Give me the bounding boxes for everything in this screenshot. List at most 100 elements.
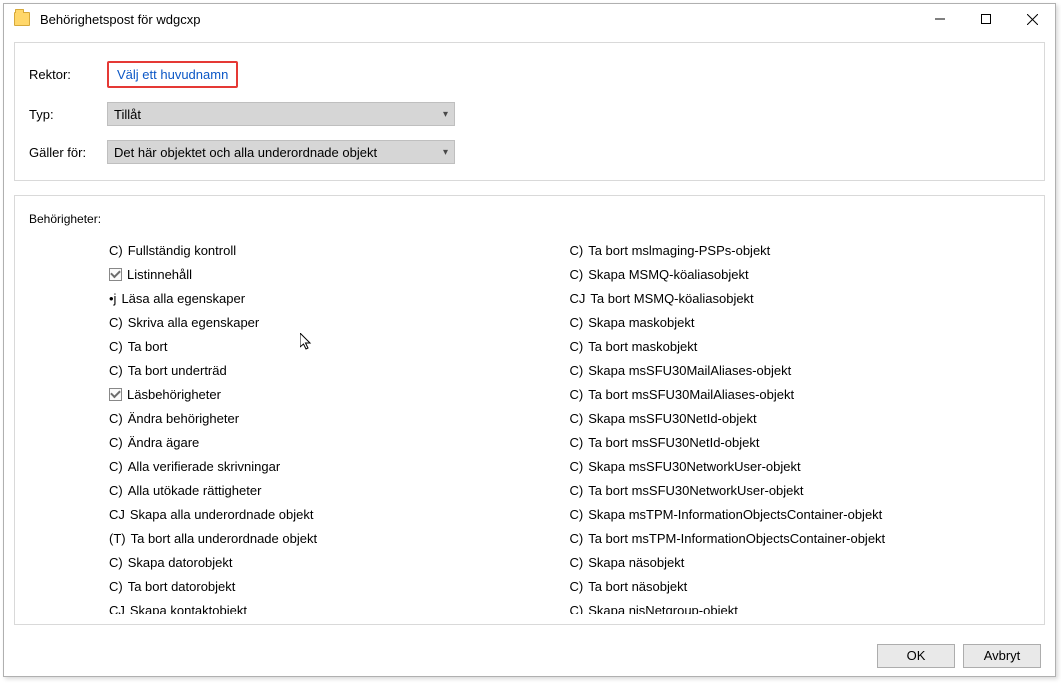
permission-label: Ta bort alla underordnade objekt — [131, 531, 317, 546]
applies-to-dropdown[interactable]: Det här objektet och alla underordnade o… — [107, 140, 455, 164]
permission-item[interactable]: C)Ta bort msTPM-InformationObjectsContai… — [570, 526, 1031, 550]
permission-item[interactable]: C) Skapa nisNetgroup-objekt — [570, 598, 1031, 614]
permission-item[interactable]: C)Ändra ägare — [109, 430, 570, 454]
permission-item[interactable]: C)Skapa msSFU30MailAliases-objekt — [570, 358, 1031, 382]
minimize-button[interactable] — [917, 4, 963, 34]
checkbox-icon[interactable] — [109, 268, 122, 281]
permission-label: Alla utökade rättigheter — [128, 483, 262, 498]
permissions-header: Behörigheter: — [29, 212, 1030, 226]
chevron-down-icon: ▾ — [443, 147, 448, 158]
permission-item[interactable]: C) Ändra behörigheter — [109, 406, 570, 430]
cancel-button[interactable]: Avbryt — [963, 644, 1041, 668]
permission-item[interactable]: C) Fullständig kontroll — [109, 238, 570, 262]
permission-label: Ändra behörigheter — [128, 411, 239, 426]
permission-item[interactable]: C)Skapa maskobjekt — [570, 310, 1031, 334]
typ-label: Typ: — [29, 107, 107, 122]
content-area: Rektor: Välj ett huvudnamn Typ: Tillåt ▾… — [4, 34, 1055, 635]
permission-label: Skapa kontaktobjekt — [130, 603, 247, 615]
permission-prefix: C) — [109, 579, 123, 594]
permission-label: Skapa msSFU30NetId-objekt — [588, 411, 756, 426]
window-title: Behörighetspost för wdgcxp — [40, 12, 917, 27]
permission-prefix: C) — [570, 483, 584, 498]
permission-prefix: (T) — [109, 531, 126, 546]
permission-item[interactable]: C)Skapa msSFU30NetworkUser-objekt — [570, 454, 1031, 478]
galler-label: Gäller för: — [29, 145, 107, 160]
permission-item[interactable]: C) Skapa msTPM-InformationObjectsContaine… — [570, 502, 1031, 526]
permission-prefix: C) — [570, 435, 584, 450]
permission-prefix: C) — [570, 243, 584, 258]
permission-item[interactable]: C) Alla utökade rättigheter — [109, 478, 570, 502]
folder-icon — [14, 12, 30, 26]
permission-item[interactable]: •jLäsa alla egenskaper — [109, 286, 570, 310]
permission-label: Alla vеrifierade skrivningar — [128, 459, 280, 474]
permission-label: Ta bort maskobjekt — [588, 339, 697, 354]
permission-prefix: C) — [570, 339, 584, 354]
permission-prefix: C) — [109, 243, 123, 258]
permission-item[interactable]: C) Ta bort msSFU30NetworkUser-objekt — [570, 478, 1031, 502]
applies-to-value: Det här objektet och alla underordnade o… — [114, 145, 377, 160]
permission-label: Ta bort näsobjekt — [588, 579, 687, 594]
permission-prefix: C) — [570, 555, 584, 570]
permission-prefix: C) — [570, 603, 584, 615]
permission-prefix: C) — [570, 411, 584, 426]
checkbox-icon[interactable] — [109, 388, 122, 401]
maximize-button[interactable] — [963, 4, 1009, 34]
permission-item[interactable]: C) Ta bort underträd — [109, 358, 570, 382]
title-bar: Behörighetspost för wdgcxp — [4, 4, 1055, 34]
permission-item[interactable]: CJ Ta bort MSMQ-köaliasobjekt — [570, 286, 1031, 310]
permission-item[interactable]: Läsbehörigheter — [109, 382, 570, 406]
permission-label: Skriva alla egenskaper — [128, 315, 260, 330]
permission-prefix: C) — [109, 483, 123, 498]
ok-button[interactable]: OK — [877, 644, 955, 668]
permission-item[interactable]: CJSkapa alla underordnade objekt — [109, 502, 570, 526]
permission-label: Ta bort — [128, 339, 168, 354]
permission-label: Skapa msTPM-InformationObjectsContainer-… — [588, 507, 882, 522]
permission-item[interactable]: C)Ta bort msSFU30NetId-objekt — [570, 430, 1031, 454]
permission-item[interactable]: Listinnehåll — [109, 262, 570, 286]
permission-prefix: C) — [109, 555, 123, 570]
permissions-left-column: C) Fullständig kontroll Listinnehåll •jLäsa… — [29, 238, 570, 614]
permission-item[interactable]: C)Skriva alla egenskaper — [109, 310, 570, 334]
permission-prefix: C) — [109, 363, 123, 378]
permission-item[interactable]: C) Ta bort näsobjekt — [570, 574, 1031, 598]
permission-label: Skapa datorobjekt — [128, 555, 233, 570]
chevron-down-icon: ▾ — [443, 109, 448, 120]
dialog-window: Behörighetspost för wdgcxp Rektor: Välj … — [3, 3, 1056, 677]
permission-prefix: C) — [570, 507, 584, 522]
permission-label: Ta bort datorobjekt — [128, 579, 236, 594]
permission-label: Läsa alla egenskaper — [121, 291, 245, 306]
permission-label: Listinnehåll — [127, 267, 192, 282]
permission-label: Ändra ägare — [128, 435, 200, 450]
permission-item[interactable]: C)Skapa MSMQ-köaliasobjekt — [570, 262, 1031, 286]
permission-prefix: CJ — [109, 507, 125, 522]
permission-label: Ta bort msTPM-InformationObjectsContaine… — [588, 531, 885, 546]
permission-label: Ta bort underträd — [128, 363, 227, 378]
permission-item[interactable]: C)Skapa näsobjekt — [570, 550, 1031, 574]
permission-item[interactable]: C) Ta bort maskobjekt — [570, 334, 1031, 358]
permission-prefix: CJ — [570, 291, 586, 306]
permission-prefix: C) — [109, 339, 123, 354]
permission-label: Skapa MSMQ-köaliasobjekt — [588, 267, 748, 282]
permission-item[interactable]: C) Ta bort datorobjekt — [109, 574, 570, 598]
permission-item[interactable]: C) Ta bort — [109, 334, 570, 358]
permission-item[interactable]: C)Ta bort msSFU30MailAliases-objekt — [570, 382, 1031, 406]
permission-item[interactable]: C) Skapa msSFU30NetId-objekt — [570, 406, 1031, 430]
permission-prefix: C) — [109, 411, 123, 426]
permission-label: Ta bort msSFU30NetworkUser-objekt — [588, 483, 803, 498]
permission-prefix: C) — [570, 579, 584, 594]
permission-item[interactable]: C) Skapa datorobjekt — [109, 550, 570, 574]
permission-label: Skapa nisNetgroup-objekt — [588, 603, 738, 615]
close-button[interactable] — [1009, 4, 1055, 34]
permission-item[interactable]: CJSkapa kontaktobjekt — [109, 598, 570, 614]
permission-label: Fullständig kontroll — [128, 243, 236, 258]
permission-item[interactable]: C) Alla vеrifierade skrivningar — [109, 454, 570, 478]
header-panel: Rektor: Välj ett huvudnamn Typ: Tillåt ▾… — [14, 42, 1045, 181]
permission-label: Ta bort MSMQ-köaliasobjekt — [590, 291, 753, 306]
permission-prefix: C) — [109, 459, 123, 474]
permission-item[interactable]: (T) Ta bort alla underordnade objekt — [109, 526, 570, 550]
type-value: Tillåt — [114, 107, 141, 122]
type-dropdown[interactable]: Tillåt ▾ — [107, 102, 455, 126]
permission-prefix: C) — [570, 387, 584, 402]
permission-item[interactable]: C)Ta bort mslmaging-PSPs-objekt — [570, 238, 1031, 262]
select-principal-link[interactable]: Välj ett huvudnamn — [107, 61, 238, 88]
